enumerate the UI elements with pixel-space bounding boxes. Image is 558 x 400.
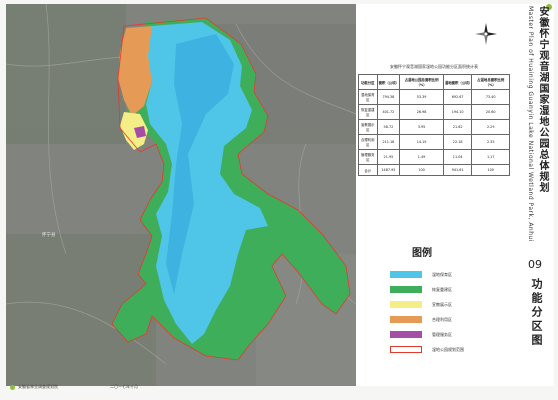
sheet-number: 09 [528, 258, 542, 271]
stats-table-block: 安徽怀宁观音湖国家湿地公园功能分区面积统计表 功能分区 面积（公顷） 占湿地公园… [358, 64, 510, 176]
table-cell: 合理利用区 [358, 134, 378, 150]
table-row: 合计 1487.95 100 941.61 100 [358, 164, 510, 176]
legend-swatch [390, 346, 422, 353]
legend-item: 宣教展示区 [390, 297, 510, 312]
table-cell: 794.38 [376, 89, 401, 105]
legend-swatch [390, 301, 422, 308]
table-cell: 1487.95 [376, 164, 401, 176]
legend-swatch [390, 316, 422, 323]
legend-label: 恢复重建区 [432, 286, 452, 292]
table-cell: 湿地保育区 [358, 89, 378, 105]
sheet-title: 功能分区图 [530, 278, 543, 348]
table-header-row: 功能分区 面积（公顷） 占湿地公园总面积比例（%） 湿地面积（公顷） 占湿地总面… [358, 74, 510, 90]
title-en: Master Plan of Huaining Guanyin Lake Nat… [527, 6, 534, 243]
place-label: 怀宁县 [42, 231, 56, 238]
legend-label: 湿地保育区 [432, 271, 452, 277]
title-cn: 安徽怀宁观音湖国家湿地公园总体规划 [537, 6, 548, 193]
table-row: 宣教展示区 58.72 3.95 21.62 2.29 [358, 119, 510, 135]
table-cell: 53.39 [399, 89, 444, 105]
legend-label: 管理服务区 [432, 331, 452, 337]
legend-label: 湿地公园规划范围 [432, 346, 464, 352]
legend-item: 湿地保育区 [390, 267, 510, 282]
org-logo-icon [10, 384, 15, 390]
map-svg: 怀宁县 [6, 4, 356, 386]
table-cell: 194.10 [442, 104, 473, 120]
table-cell: 941.61 [442, 164, 473, 176]
table-cell: 恢复重建区 [358, 104, 378, 120]
table-cell: 1.17 [471, 149, 510, 165]
map-sheet: 怀宁县 安徽怀宁观音湖国家湿地公园总体规划 Master Plan of Hua… [0, 0, 558, 400]
table-cell: 3.95 [399, 119, 444, 135]
table-cell: 14.19 [399, 134, 444, 150]
table-cell: 401.72 [376, 104, 401, 120]
column-header: 湿地面积（公顷） [442, 74, 473, 90]
table-cell: 21.95 [376, 149, 401, 165]
title-block: 安徽怀宁观音湖国家湿地公园总体规划 Master Plan of Huainin… [518, 6, 552, 276]
table-cell: 宣教展示区 [358, 119, 378, 135]
table-cell: 21.62 [442, 119, 473, 135]
legend-title: 图例 [412, 248, 432, 259]
column-header: 功能分区 [358, 74, 378, 90]
column-header: 面积（公顷） [376, 74, 401, 90]
table-cell: 2.35 [471, 134, 510, 150]
table-row: 管理服务区 21.95 1.49 11.04 1.17 [358, 149, 510, 165]
legend-item: 湿地公园规划范围 [390, 342, 510, 357]
legend-item: 恢复重建区 [390, 282, 510, 297]
table-cell: 合计 [358, 164, 378, 176]
table-cell: 58.72 [376, 119, 401, 135]
column-header: 占湿地总面积比例（%） [471, 74, 510, 90]
legend-label: 宣教展示区 [432, 301, 452, 307]
table-row: 合理利用区 211.18 14.19 22.18 2.35 [358, 134, 510, 150]
footer-date: 二〇一七年十月 [110, 384, 138, 389]
north-arrow-icon [474, 22, 498, 46]
map-view[interactable]: 怀宁县 [6, 4, 356, 386]
legend-swatch [390, 271, 422, 278]
table-cell: 692.67 [442, 89, 473, 105]
table-cell: 100 [399, 164, 444, 176]
footer-org: 安徽省林业调查规划院 [10, 384, 58, 390]
table-cell: 1.49 [399, 149, 444, 165]
stats-table: 功能分区 面积（公顷） 占湿地公园总面积比例（%） 湿地面积（公顷） 占湿地总面… [358, 74, 510, 176]
table-cell: 管理服务区 [358, 149, 378, 165]
legend-item: 合理利用区 [390, 312, 510, 327]
table-row: 湿地保育区 794.38 53.39 692.67 73.40 [358, 89, 510, 105]
legend-item: 管理服务区 [390, 327, 510, 342]
table-cell: 20.60 [471, 104, 510, 120]
legend-label: 合理利用区 [432, 316, 452, 322]
legend-swatch [390, 331, 422, 338]
table-cell: 11.04 [442, 149, 473, 165]
table-row: 恢复重建区 401.72 26.98 194.10 20.60 [358, 104, 510, 120]
table-cell: 26.98 [399, 104, 444, 120]
table-cell: 100 [471, 164, 510, 176]
legend: 图例 湿地保育区 恢复重建区 宣教展示区 合理利用区 管理服务区 湿地公园规划范… [390, 244, 510, 372]
table-cell: 211.18 [376, 134, 401, 150]
table-cell: 73.40 [471, 89, 510, 105]
column-header: 占湿地公园总面积比例（%） [399, 74, 444, 90]
table-cell: 22.18 [442, 134, 473, 150]
stats-title: 安徽怀宁观音湖国家湿地公园功能分区面积统计表 [390, 64, 478, 69]
table-cell: 2.29 [471, 119, 510, 135]
legend-swatch [390, 286, 422, 293]
footer-org-label: 安徽省林业调查规划院 [18, 384, 58, 389]
